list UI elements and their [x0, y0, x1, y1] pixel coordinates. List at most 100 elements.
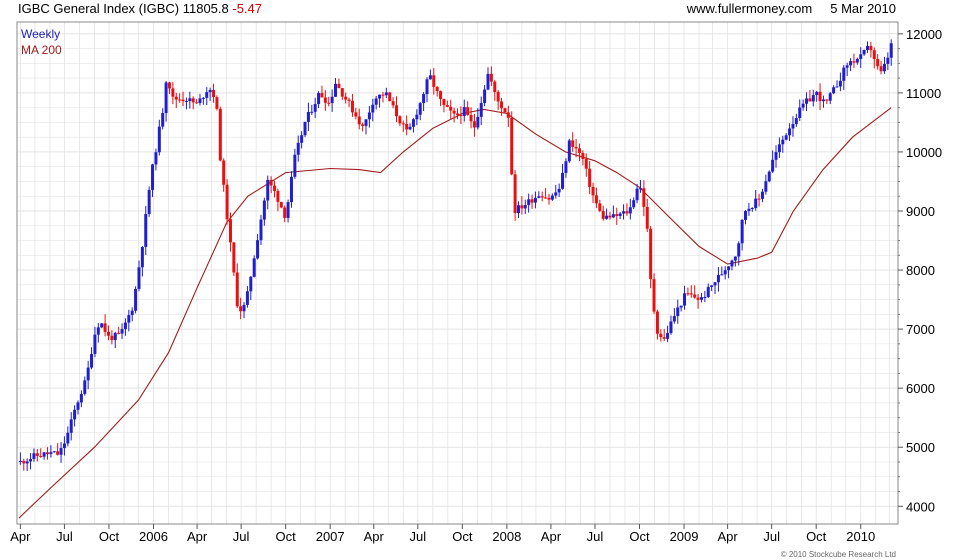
x-axis: Apr Jul Oct 2006 Apr Jul Oct 2007 Apr Jul Oct 2008 A… [10, 524, 875, 544]
ohlc-body [513, 174, 517, 214]
ohlc-body [147, 189, 151, 214]
ohlc-body [598, 203, 602, 211]
ohlc-body [42, 452, 46, 457]
ohlc-body [561, 172, 565, 189]
legend-ma200: MA 200 [21, 43, 62, 57]
ohlc-body [611, 214, 615, 218]
ohlc-body [106, 331, 110, 336]
ohlc-body [869, 45, 873, 51]
ohlc-body [652, 279, 656, 312]
ohlc-body [838, 80, 842, 87]
x-tick-label: 2010 [846, 529, 875, 544]
ohlc-body [584, 158, 588, 169]
ohlc-body [845, 65, 849, 68]
ohlc-body [476, 116, 480, 128]
ohlc-body [425, 79, 429, 95]
ohlc-body [744, 210, 748, 220]
y-tick-label: 12000 [906, 27, 942, 42]
ohlc-body [588, 168, 592, 187]
y-tick-label: 10000 [906, 145, 942, 160]
ohlc-body [767, 171, 771, 182]
y-tick-label: 5000 [906, 440, 935, 455]
ohlc-body [279, 201, 283, 208]
ohlc-body [862, 50, 866, 55]
ma200-line [18, 107, 892, 519]
ohlc-body [408, 126, 412, 130]
ohlc-body [710, 285, 714, 287]
ohlc-body [747, 208, 751, 211]
ohlc-body [384, 92, 388, 96]
chart-root: IGBC General Index (IGBC) 11805.8 -5.47 … [0, 0, 980, 560]
ohlc-body [601, 210, 605, 219]
ohlc-body [510, 117, 514, 175]
ohlc-body [76, 402, 80, 410]
ohlc-body [523, 205, 527, 209]
ohlc-body [367, 112, 371, 120]
ohlc-body [659, 333, 663, 338]
ohlc-body [167, 82, 171, 89]
ohlc-body [879, 66, 883, 72]
ohlc-body [66, 432, 70, 444]
ohlc-body [618, 213, 622, 216]
ohlc-body [296, 142, 300, 155]
ohlc-body [723, 270, 727, 275]
ohlc-body [506, 112, 510, 118]
ohlc-body [18, 460, 22, 462]
ohlc-body [25, 461, 29, 464]
ohlc-body [788, 128, 792, 136]
ohlc-body [222, 160, 226, 185]
ohlc-body [805, 98, 809, 104]
ohlc-body [489, 73, 493, 82]
ohlc-body [225, 184, 229, 220]
ohlc-body [39, 455, 43, 457]
ohlc-body [218, 108, 222, 161]
ohlc-body [642, 188, 646, 207]
ohlc-body [120, 329, 124, 334]
ohlc-body [496, 91, 500, 102]
ohlc-body [239, 306, 243, 312]
ohlc-body [245, 291, 249, 305]
y-tick-label: 11000 [906, 86, 941, 101]
ohlc-body [334, 83, 338, 97]
ohlc-body [337, 83, 341, 89]
ohlc-body [699, 297, 703, 300]
ohlc-body [212, 89, 216, 98]
ohlc-body [123, 322, 127, 330]
ohlc-body [232, 242, 236, 273]
ohlc-body [110, 335, 114, 341]
ohlc-body [29, 458, 33, 462]
ohlc-body [340, 88, 344, 97]
ohlc-body [574, 146, 578, 149]
ohlc-body [791, 124, 795, 129]
ohlc-body [405, 123, 409, 130]
ohlc-body [554, 192, 558, 196]
ohlc-body [649, 228, 653, 280]
ohlc-body [808, 98, 812, 102]
ohlc-body [73, 409, 77, 420]
ohlc-body [391, 101, 395, 106]
x-tick-label: Apr [541, 529, 562, 544]
ohlc-body [439, 91, 443, 100]
ohlc-body [422, 94, 426, 104]
ohlc-body [889, 43, 893, 58]
ohlc-body [306, 112, 310, 122]
ohlc-body [764, 181, 768, 192]
ohlc-body [191, 98, 195, 103]
ohlc-body [411, 119, 415, 127]
ohlc-body [249, 276, 253, 292]
ohlc-body [22, 460, 26, 464]
ohlc-body [527, 199, 531, 206]
ohlc-body [557, 188, 561, 193]
ohlc-body [550, 195, 554, 200]
ohlc-body [727, 266, 731, 271]
ohlc-body [442, 99, 446, 106]
ma-layer [18, 107, 892, 519]
ohlc-body [500, 101, 504, 109]
ohlc-body [344, 96, 348, 100]
ohlc-body [594, 195, 598, 204]
ohlc-body [571, 140, 575, 147]
ohlc-body [49, 452, 53, 455]
ohlc-body [242, 304, 246, 312]
ohlc-body [45, 452, 49, 455]
x-tick-label: 2006 [139, 529, 168, 544]
